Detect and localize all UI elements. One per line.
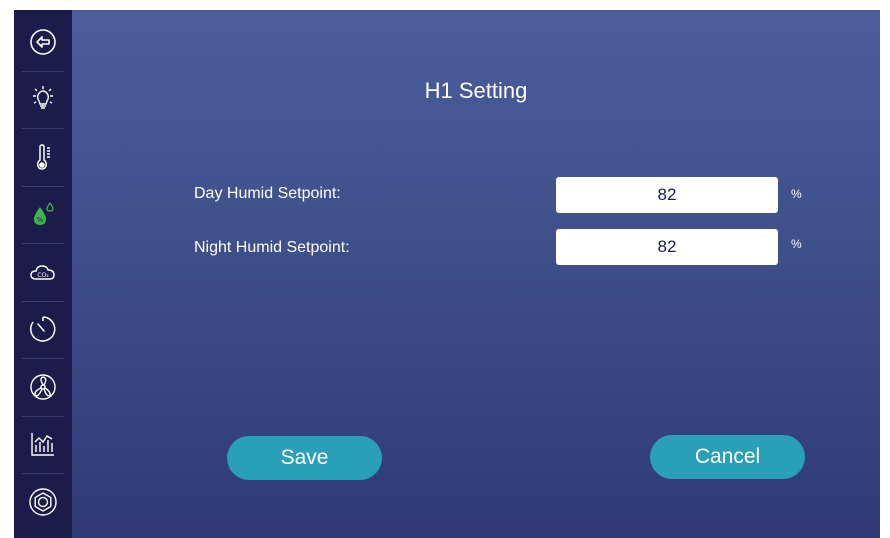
cancel-button[interactable]: Cancel	[650, 435, 805, 479]
main-panel: H1 Setting Day Humid Setpoint: 82 % Nigh…	[72, 10, 880, 538]
day-humid-label: Day Humid Setpoint:	[194, 185, 341, 202]
night-humid-label: Night Humid Setpoint:	[194, 239, 350, 256]
timer-icon	[30, 316, 56, 342]
light-bulb-icon	[33, 86, 53, 109]
sidebar-item-back[interactable]	[18, 13, 68, 71]
sidebar-item-co2[interactable]: CO₂	[18, 243, 68, 301]
sidebar-item-fan[interactable]	[18, 358, 68, 416]
page-title: H1 Setting	[424, 78, 528, 103]
sidebar-item-temperature[interactable]	[18, 128, 68, 186]
svg-text:%: %	[37, 216, 44, 224]
sidebar: % CO₂	[14, 10, 72, 538]
humidity-drop-icon: %	[34, 202, 54, 226]
day-humid-unit: %	[791, 187, 802, 201]
svg-text:CO₂: CO₂	[37, 272, 49, 279]
sidebar-item-settings[interactable]	[18, 473, 68, 531]
fan-icon	[30, 374, 56, 400]
thermometer-icon	[37, 143, 50, 170]
sidebar-item-timer[interactable]	[18, 300, 68, 359]
settings-hexagon-icon	[29, 488, 57, 516]
back-arrow-icon	[30, 28, 56, 55]
sidebar-item-humidity[interactable]: %	[18, 185, 68, 244]
night-humid-unit: %	[791, 237, 802, 251]
night-humid-input[interactable]: 82	[556, 229, 778, 265]
sidebar-item-chart[interactable]	[18, 415, 68, 474]
day-humid-input[interactable]: 82	[556, 177, 778, 213]
save-button[interactable]: Save	[227, 436, 382, 480]
app-screen: % CO₂ H1 Setting Day Humid Setpoint: 82 …	[14, 10, 880, 538]
co2-cloud-icon: CO₂	[30, 265, 55, 280]
chart-icon	[31, 433, 54, 456]
sidebar-item-light[interactable]	[18, 70, 68, 129]
